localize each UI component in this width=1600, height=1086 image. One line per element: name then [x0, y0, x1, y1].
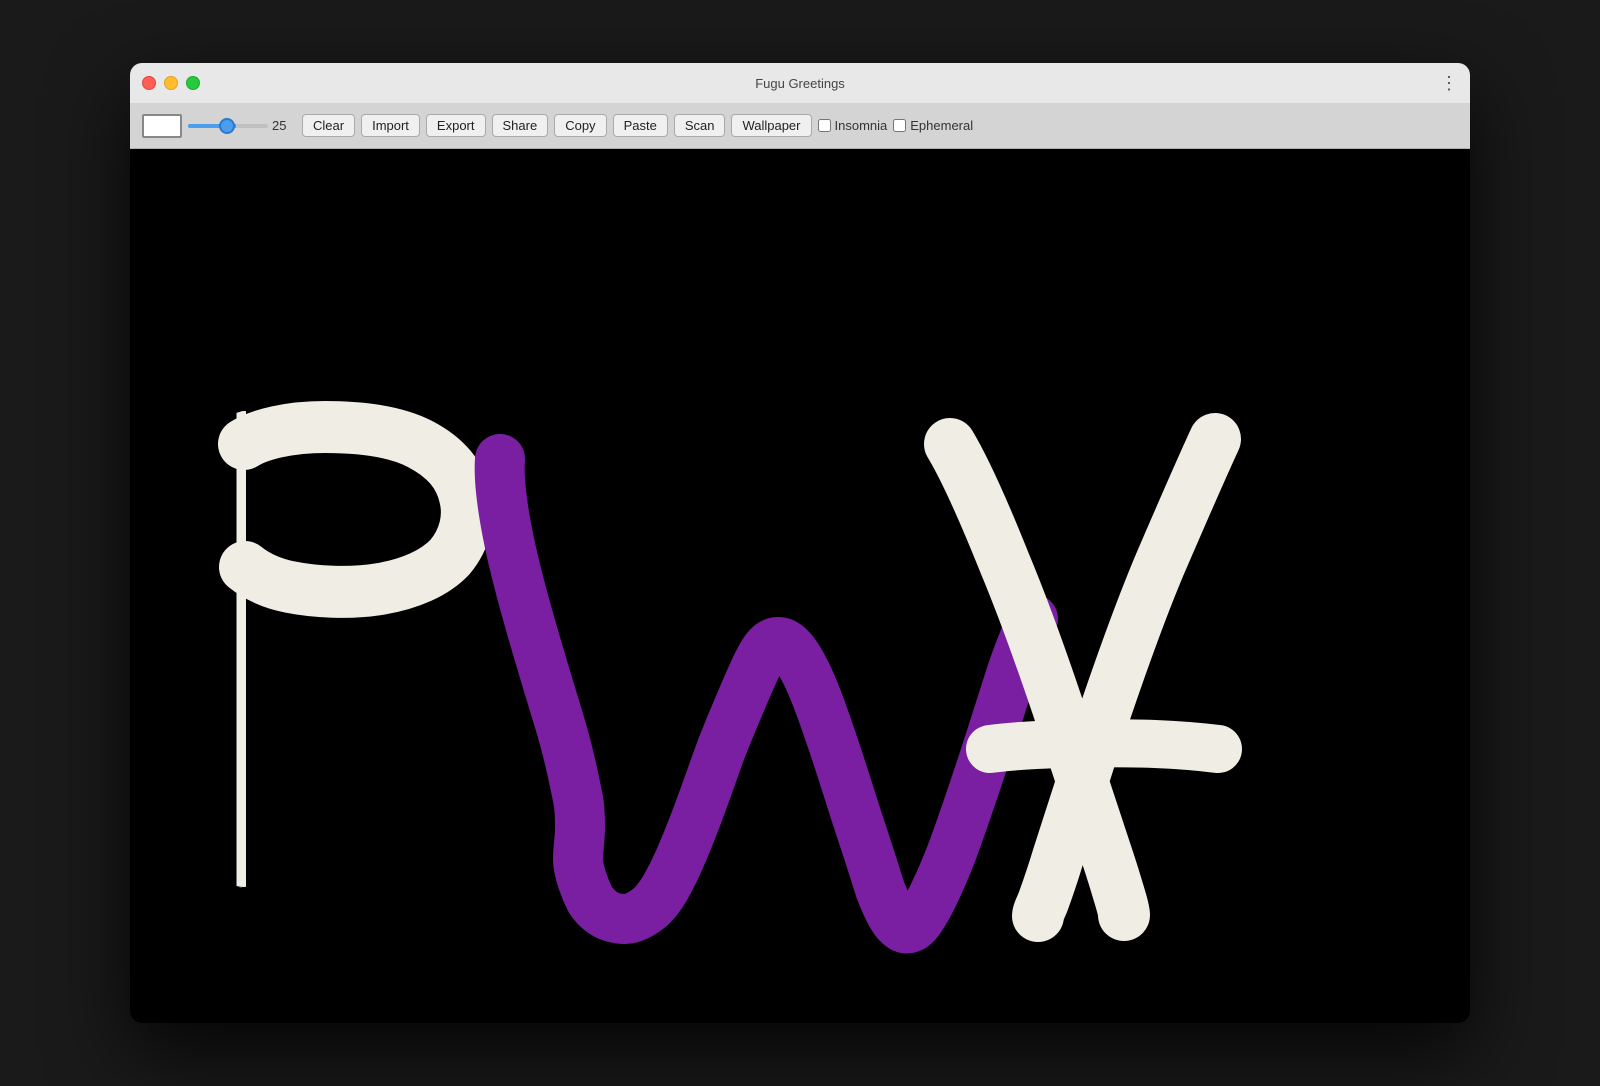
toolbar: 25 Clear Import Export Share Copy Paste … [130, 103, 1470, 149]
insomnia-checkbox[interactable] [818, 119, 831, 132]
traffic-lights [142, 76, 200, 90]
title-bar: Fugu Greetings ⋮ [130, 63, 1470, 103]
letter-p [238, 427, 467, 859]
copy-button[interactable]: Copy [554, 114, 606, 137]
pwa-svg-drawing [130, 149, 1470, 1023]
ephemeral-checkbox[interactable] [893, 119, 906, 132]
share-button[interactable]: Share [492, 114, 549, 137]
menu-dots-icon[interactable]: ⋮ [1440, 74, 1458, 92]
app-window: Fugu Greetings ⋮ 25 Clear Import Export … [130, 63, 1470, 1023]
brush-size-container: 25 [188, 118, 296, 133]
letter-w [500, 459, 1033, 929]
scan-button[interactable]: Scan [674, 114, 726, 137]
export-button[interactable]: Export [426, 114, 486, 137]
import-button[interactable]: Import [361, 114, 420, 137]
ephemeral-checkbox-label[interactable]: Ephemeral [893, 118, 973, 133]
drawing-canvas[interactable] [130, 149, 1470, 1023]
brush-size-value: 25 [272, 118, 296, 133]
insomnia-checkbox-label[interactable]: Insomnia [818, 118, 888, 133]
clear-button[interactable]: Clear [302, 114, 355, 137]
minimize-button[interactable] [164, 76, 178, 90]
maximize-button[interactable] [186, 76, 200, 90]
window-title: Fugu Greetings [755, 76, 845, 91]
ephemeral-label: Ephemeral [910, 118, 973, 133]
brush-size-slider[interactable] [188, 124, 268, 128]
wallpaper-button[interactable]: Wallpaper [731, 114, 811, 137]
insomnia-label: Insomnia [835, 118, 888, 133]
close-button[interactable] [142, 76, 156, 90]
color-swatch[interactable] [142, 114, 182, 138]
paste-button[interactable]: Paste [613, 114, 668, 137]
